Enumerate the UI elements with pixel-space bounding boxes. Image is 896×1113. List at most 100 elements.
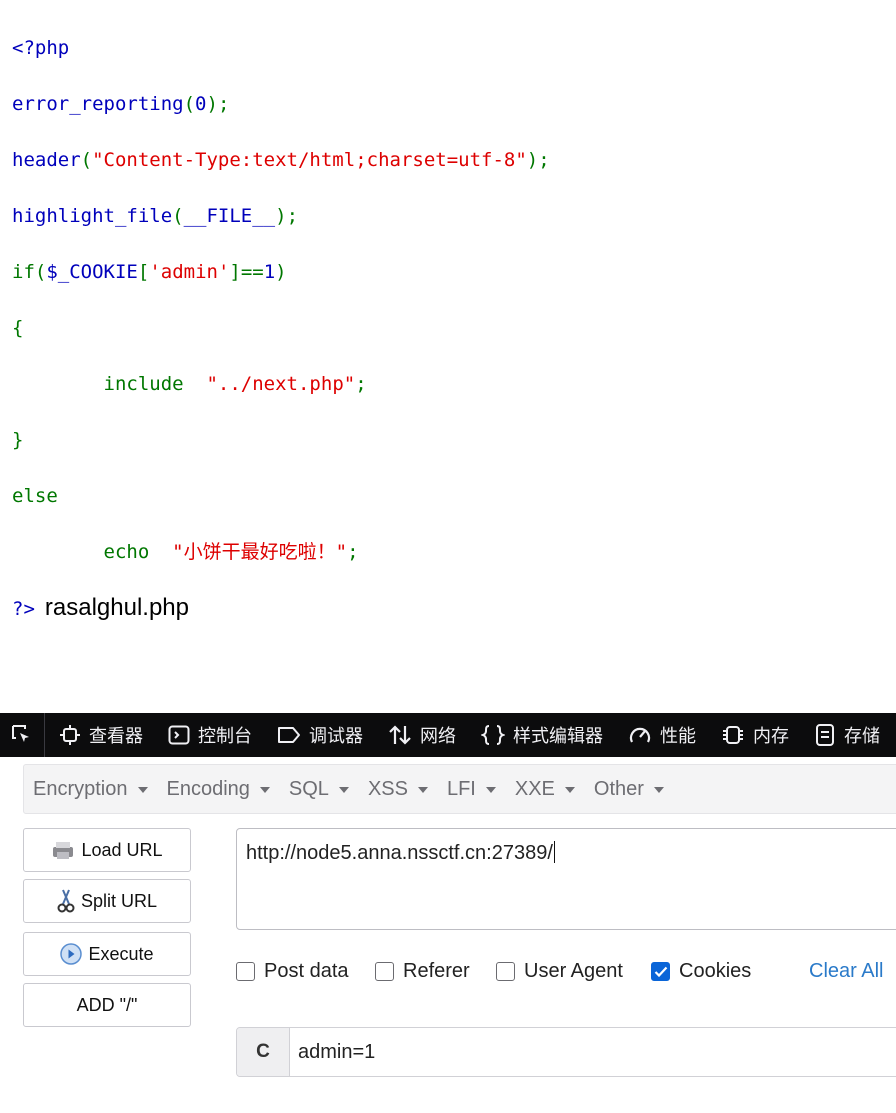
caret-down-icon (485, 787, 496, 793)
load-url-button[interactable]: Load URL (23, 828, 191, 872)
code-token: ); (206, 93, 230, 115)
code-line: else (12, 482, 550, 510)
tab-performance[interactable]: 性能 (614, 713, 707, 757)
split-url-button[interactable]: Split URL (23, 879, 191, 923)
code-token: ( (183, 93, 196, 115)
menu-label: LFI (446, 777, 476, 800)
url-text: http://node5.anna.nssctf.cn:27389/ (246, 842, 553, 864)
tab-network[interactable]: 网络 (374, 713, 467, 757)
button-label: Execute (88, 943, 154, 964)
network-icon (389, 725, 411, 745)
code-line: highlight_file(__FILE__); (12, 202, 550, 230)
menu-encryption[interactable]: Encryption (24, 765, 158, 813)
menu-sql[interactable]: SQL (280, 765, 359, 813)
code-token: __FILE__ (183, 205, 276, 227)
code-token: else (12, 485, 58, 507)
code-token: ); (275, 205, 299, 227)
storage-icon (816, 724, 834, 746)
tab-label: 网络 (420, 726, 456, 747)
menu-label: XXE (514, 777, 555, 800)
code-token: include (103, 373, 184, 395)
code-token: ( (172, 205, 184, 227)
php-open-tag: <?php (12, 37, 70, 59)
tab-label: 查看器 (89, 726, 143, 747)
menu-encoding[interactable]: Encoding (158, 765, 280, 813)
cookies-checkbox[interactable]: Cookies (651, 960, 751, 983)
code-token: ( (34, 261, 47, 283)
code-token: "../next.php" (206, 373, 356, 395)
code-line: if($_COOKIE['admin']==1) (12, 258, 550, 286)
inspector-icon (60, 725, 80, 745)
clear-all-link[interactable]: Clear All (809, 960, 883, 983)
menu-other[interactable]: Other (585, 765, 674, 813)
php-close-tag: ?> (12, 598, 35, 620)
code-token: { (12, 317, 24, 339)
tab-inspector[interactable]: 查看器 (45, 713, 154, 757)
menu-xxe[interactable]: XXE (506, 765, 585, 813)
code-token: if (12, 261, 35, 283)
code-token: highlight_file (12, 205, 173, 227)
code-line: ?> rasalghul.php (12, 594, 550, 622)
code-token: } (12, 429, 24, 451)
post-data-checkbox[interactable]: Post data (236, 960, 349, 983)
debugger-icon (278, 727, 300, 743)
code-token: [ (137, 261, 150, 283)
tab-storage[interactable]: 存储 (800, 713, 891, 757)
menu-xss[interactable]: XSS (359, 765, 438, 813)
code-token: ); (526, 149, 550, 171)
checkbox-checked-icon (651, 962, 670, 981)
button-label: ADD "/" (76, 994, 138, 1015)
tab-style-editor[interactable]: 样式编辑器 (467, 713, 614, 757)
code-token: ( (80, 149, 93, 171)
caret-down-icon (417, 787, 428, 793)
scissors-icon (57, 889, 75, 913)
menu-label: Other (593, 777, 644, 800)
code-token: ) (275, 261, 287, 283)
code-line: } (12, 426, 550, 454)
element-picker-button[interactable] (0, 713, 45, 757)
checkbox-label: Post data (264, 960, 349, 982)
user-agent-checkbox[interactable]: User Agent (496, 960, 623, 983)
caret-down-icon (338, 787, 349, 793)
code-token: $_COOKIE (46, 261, 138, 283)
code-token: "小饼干最好吃啦！" (172, 541, 348, 563)
code-token: "Content-Type:text/html;charset=utf-8" (92, 149, 527, 171)
cookie-input[interactable]: admin=1 (290, 1028, 896, 1076)
style-editor-icon (481, 725, 505, 745)
code-token: error_reporting (12, 93, 184, 115)
code-line: error_reporting(0); (12, 90, 550, 118)
code-token: 0 (195, 93, 207, 115)
play-icon (60, 943, 83, 965)
code-line: include "../next.php"; (12, 370, 550, 398)
code-line: echo "小饼干最好吃啦！"; (12, 538, 550, 566)
devtools-toolbar: 查看器 控制台 调试器 网络 样式编辑器 性能 内存 存储 (0, 713, 896, 757)
execute-button[interactable]: Execute (23, 932, 191, 976)
tab-label: 控制台 (198, 726, 252, 747)
php-source-code: <?php error_reporting(0); header("Conten… (12, 6, 550, 650)
menu-lfi[interactable]: LFI (438, 765, 506, 813)
memory-icon (723, 726, 743, 744)
checkbox-label: Referer (403, 960, 470, 982)
checkbox-unchecked-icon (375, 962, 394, 981)
tab-console[interactable]: 控制台 (154, 713, 263, 757)
tab-label: 性能 (660, 726, 696, 747)
tab-memory[interactable]: 内存 (707, 713, 800, 757)
add-slash-button[interactable]: ADD "/" (23, 983, 191, 1027)
performance-icon (629, 727, 651, 743)
button-label: Load URL (81, 839, 163, 860)
caret-down-icon (564, 787, 575, 793)
code-token: 'admin' (149, 261, 230, 283)
code-token: 1 (263, 261, 276, 283)
checkbox-label: Cookies (679, 960, 752, 982)
tab-label: 内存 (753, 726, 789, 747)
menu-label: Encoding (166, 777, 250, 800)
referer-checkbox[interactable]: Referer (375, 960, 470, 983)
tab-label: 存储 (844, 726, 880, 747)
code-line: header("Content-Type:text/html;charset=u… (12, 146, 550, 174)
code-token: ; (347, 541, 359, 563)
checkbox-unchecked-icon (496, 962, 515, 981)
url-textarea[interactable]: http://node5.anna.nssctf.cn:27389/ (236, 828, 896, 930)
element-picker-icon (12, 725, 29, 742)
tab-debugger[interactable]: 调试器 (263, 713, 374, 757)
checkbox-label: User Agent (524, 960, 623, 982)
